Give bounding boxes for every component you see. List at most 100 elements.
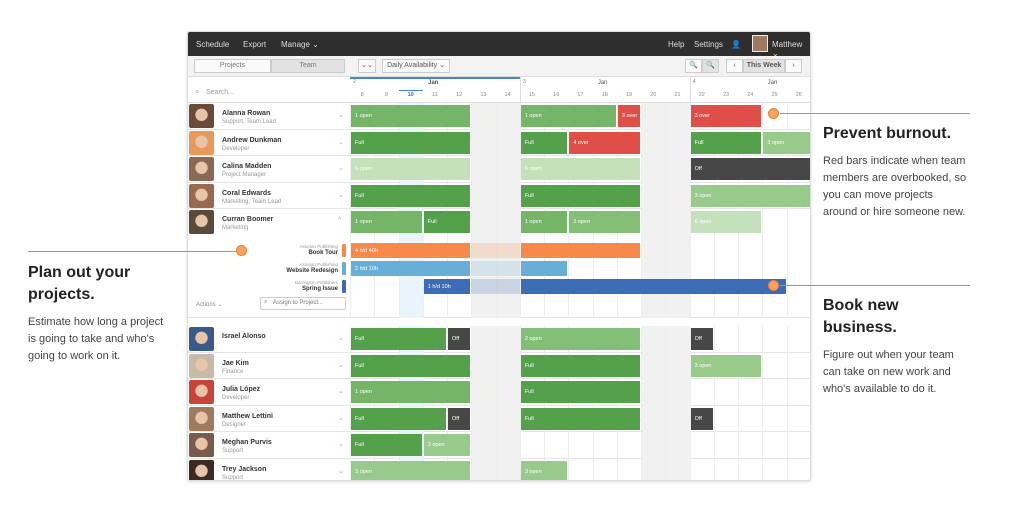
bar-label: Full xyxy=(427,219,437,225)
availability-bar[interactable]: 1 open xyxy=(351,211,422,233)
availability-bar[interactable]: 6 open xyxy=(690,211,762,233)
chevron-up-icon[interactable]: ^ xyxy=(338,217,341,224)
availability-bar[interactable]: 3 over xyxy=(617,105,641,127)
person-row[interactable]: Coral Edwards Marketing, Team Lead ⌄ Full Fu… xyxy=(188,182,810,209)
search-input[interactable]: ⌕ Search... xyxy=(188,77,350,103)
user-icon[interactable]: 👤 xyxy=(731,40,741,49)
chevron-down-icon[interactable]: ⌄ xyxy=(338,361,344,369)
availability-bar[interactable]: Off xyxy=(690,328,713,350)
zoom-in-icon[interactable]: 🔍 xyxy=(702,59,719,73)
availability-bar[interactable]: 3 open xyxy=(690,354,762,377)
bar-label: Full xyxy=(355,442,364,448)
availability-bar[interactable]: Off xyxy=(448,328,471,350)
prev-week-button[interactable]: ‹ xyxy=(726,59,743,73)
availability-bar[interactable]: 6 open xyxy=(520,158,641,180)
person-row[interactable]: Andrew Dunkman Developer ⌄ Full Full 4 over Fu… xyxy=(188,129,810,156)
this-week-button[interactable]: This Week xyxy=(743,59,785,73)
nav-export[interactable]: Export xyxy=(243,40,266,49)
availability-bar[interactable]: 6 open xyxy=(351,158,471,180)
person-row[interactable]: Jae Kim Finance ⌄ Full Full 3 open xyxy=(188,352,810,379)
day-cell xyxy=(641,182,666,209)
tab-projects[interactable]: Projects xyxy=(194,59,271,73)
availability-bar[interactable]: 3 open xyxy=(351,460,471,480)
availability-bar[interactable]: Full xyxy=(520,354,641,377)
availability-bar[interactable]: 1 open xyxy=(351,381,471,403)
project-bar[interactable] xyxy=(520,279,786,294)
person-row[interactable]: Meghan Purvis Support ⌄ Full 3 open xyxy=(188,432,810,459)
availability-bar[interactable]: Full xyxy=(351,328,447,350)
day-cell xyxy=(762,379,786,406)
person-row[interactable]: Calina Madden Project Manager ⌄ 6 open 6 ope… xyxy=(188,156,810,183)
day-cell xyxy=(762,458,786,480)
user-avatar[interactable] xyxy=(752,35,768,52)
day-cell xyxy=(641,326,666,353)
availability-bar[interactable]: Full xyxy=(351,407,447,430)
availability-bar[interactable]: 1 open xyxy=(520,105,616,127)
project-bar[interactable] xyxy=(520,261,568,276)
project-gap xyxy=(471,279,520,294)
nav-help[interactable]: Help xyxy=(668,40,684,49)
availability-bar[interactable]: 1 open xyxy=(351,105,471,127)
nav-settings[interactable]: Settings xyxy=(694,40,723,49)
schedule-app: Schedule Export Manage ⌄ Help Settings 👤… xyxy=(187,31,811,481)
availability-bar[interactable]: 3 open xyxy=(520,460,568,480)
chevron-down-icon[interactable]: ⌄ xyxy=(338,138,344,146)
nav-schedule[interactable]: Schedule xyxy=(196,40,229,49)
availability-bar[interactable]: Full xyxy=(423,211,471,233)
availability-bar[interactable]: Full xyxy=(520,184,641,207)
availability-bar[interactable]: Full xyxy=(351,131,471,154)
availability-bar[interactable]: Off xyxy=(690,407,713,430)
nav-manage[interactable]: Manage ⌄ xyxy=(281,40,319,49)
availability-bar[interactable]: Full xyxy=(351,354,471,377)
availability-bar[interactable]: 1 open xyxy=(520,211,568,233)
avatar xyxy=(189,353,214,378)
chevron-down-icon[interactable]: ⌄ xyxy=(338,191,344,199)
chevron-down-icon[interactable]: ⌄ xyxy=(338,440,344,448)
actions-dropdown[interactable]: Actions ⌄ xyxy=(196,301,222,308)
tab-team[interactable]: Team xyxy=(271,59,345,73)
chevron-down-icon[interactable]: ⌄ xyxy=(338,467,344,475)
availability-bar[interactable]: Full xyxy=(690,131,762,154)
availability-bar[interactable]: Off xyxy=(690,158,810,180)
day-label: 11 xyxy=(432,92,438,98)
availability-bar[interactable]: 2 open xyxy=(520,328,641,350)
chevron-down-icon[interactable]: ⌄ xyxy=(338,414,344,422)
availability-bar[interactable]: Full xyxy=(520,407,641,430)
person-row[interactable]: Trey Jackson Support ⌄ 3 open 3 open xyxy=(188,458,810,480)
availability-bar[interactable]: 3 over xyxy=(690,105,762,127)
availability-bar[interactable]: Off xyxy=(448,407,471,430)
person-row[interactable]: Matthew Lettini Designer ⌄ Full Off Full Off xyxy=(188,405,810,432)
person-row[interactable]: Julia López Developer ⌄ 1 open Full xyxy=(188,379,810,406)
chevron-down-icon[interactable]: ⌄ xyxy=(338,164,344,172)
availability-bar[interactable]: Full xyxy=(351,184,471,207)
bar-label: Full xyxy=(524,389,534,395)
next-week-button[interactable]: › xyxy=(785,59,802,73)
zoom-out-icon[interactable]: 🔍 xyxy=(685,59,702,73)
collapse-all-button[interactable]: ⌄⌄ xyxy=(358,59,376,73)
search-icon: ⌕ xyxy=(264,299,268,305)
view-dropdown[interactable]: Daily Availability ⌄ xyxy=(382,59,450,73)
availability-bar[interactable]: 4 over xyxy=(569,131,641,154)
project-bar[interactable]: 1 h/d 10h xyxy=(423,279,471,294)
assign-project-input[interactable]: ⌕ Assign to Project... xyxy=(260,297,346,310)
day-label: 19 xyxy=(625,92,633,98)
availability-bar[interactable]: 3 open xyxy=(690,184,810,207)
chevron-down-icon[interactable]: ⌄ xyxy=(338,111,344,119)
project-bar[interactable]: 4 h/d 40h xyxy=(351,243,471,258)
person-row[interactable]: Curran Boomer Marketing ^ 1 open Full 1 open 2… xyxy=(188,209,810,318)
availability-bar[interactable]: 3 open xyxy=(423,434,471,456)
day-label: 10 xyxy=(398,90,423,98)
availability-bar[interactable]: 3 open xyxy=(763,131,810,154)
project-bar[interactable]: 2 h/d 10h xyxy=(351,261,471,276)
availability-bar[interactable]: Full xyxy=(520,131,568,154)
chevron-down-icon[interactable]: ⌄ xyxy=(338,387,344,395)
availability-bar[interactable]: Full xyxy=(520,381,641,403)
project-bar[interactable] xyxy=(520,243,641,258)
person-row[interactable]: Alanna Rowan Support, Team Lead ⌄ 1 open 1 o… xyxy=(188,103,810,130)
chevron-down-icon[interactable]: ⌄ xyxy=(338,334,344,342)
day-cell xyxy=(665,209,690,318)
availability-bar[interactable]: 2 open xyxy=(569,211,641,233)
availability-bar[interactable]: Full xyxy=(351,434,422,456)
bar-label: 6 open xyxy=(355,166,372,172)
person-row[interactable]: Israel Alonso ⌄ Full Off 2 open Off xyxy=(188,326,810,353)
